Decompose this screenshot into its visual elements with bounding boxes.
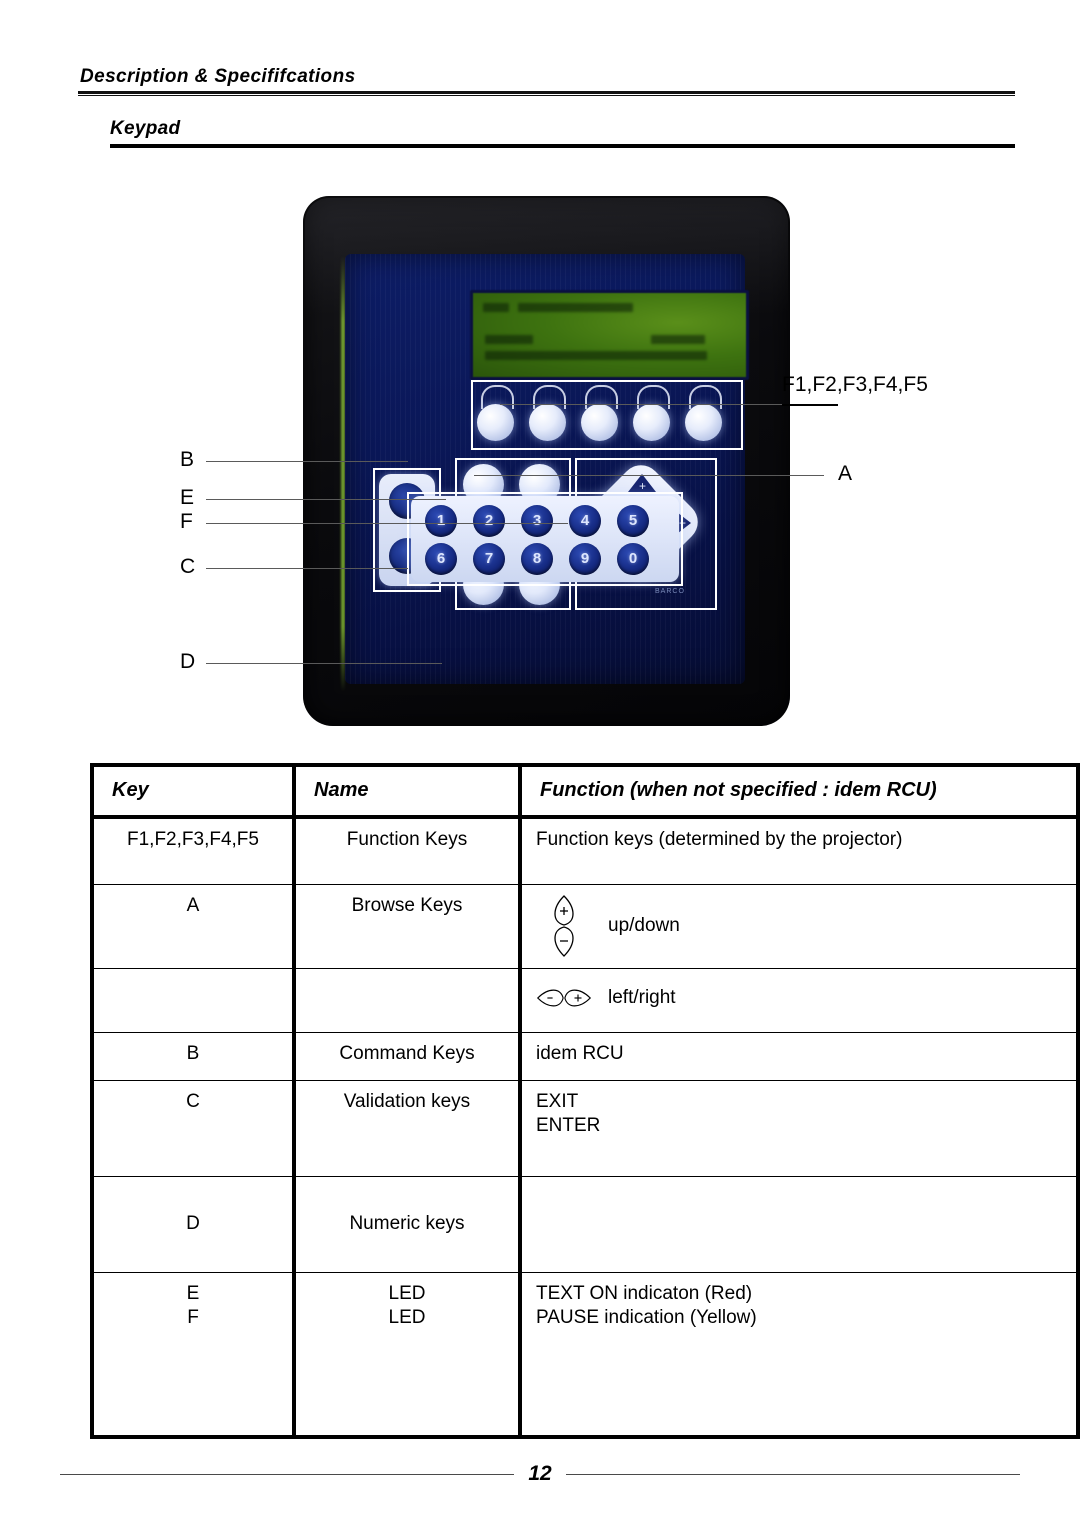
function-key-f1[interactable]: [477, 404, 514, 441]
table-row: F1,F2,F3,F4,F5 Function Keys Function ke…: [90, 816, 1080, 886]
cell-name: [292, 968, 521, 1034]
cell-key: E F: [90, 1272, 295, 1439]
section-title: Keypad: [110, 118, 181, 139]
cell-name: Numeric keys: [292, 1176, 521, 1274]
table-header-row: Key Name Function (when not specified : …: [90, 763, 1080, 819]
cell-key: B: [90, 1032, 295, 1082]
function-key-f3[interactable]: [581, 404, 618, 441]
running-header: Description & Specififcations: [78, 66, 1015, 96]
numeric-key-7[interactable]: 7: [473, 543, 505, 575]
cell-key: D: [90, 1176, 295, 1274]
cell-name: Browse Keys: [292, 884, 521, 970]
cell-function: [518, 1176, 1080, 1274]
browse-up-sign: +: [639, 479, 647, 493]
function-label: left/right: [608, 986, 676, 1008]
cell-function: Function keys (determined by the project…: [518, 816, 1080, 886]
numeric-key-0[interactable]: 0: [617, 543, 649, 575]
key-label-f: F: [187, 1307, 199, 1329]
table-row: A Browse Keys up/down: [90, 884, 1080, 970]
numeric-key-3[interactable]: 3: [521, 505, 553, 537]
browse-right-sign: +: [679, 516, 687, 530]
leader-line-a: [474, 475, 824, 476]
cell-key: F1,F2,F3,F4,F5: [90, 816, 295, 886]
numeric-key-1[interactable]: 1: [425, 505, 457, 537]
numeric-keypad[interactable]: 1 2 3 4 5 6 7 8 9 0: [411, 496, 679, 582]
function-label-pause: PAUSE indication (Yellow): [536, 1307, 757, 1329]
leader-line-e: [206, 499, 446, 500]
function-key-f4[interactable]: [633, 404, 670, 441]
cell-name: Command Keys: [292, 1032, 521, 1082]
leader-line-c: [206, 568, 408, 569]
name-label-led-f: LED: [388, 1307, 426, 1329]
callout-label-d: D: [180, 650, 196, 673]
leader-line-d: [206, 663, 442, 664]
cell-name: LED LED: [292, 1272, 521, 1439]
numeric-key-8[interactable]: 8: [521, 543, 553, 575]
function-label-enter: ENTER: [536, 1115, 601, 1137]
name-label-led-e: LED: [388, 1283, 426, 1305]
function-label: up/down: [608, 914, 680, 936]
function-key-f2[interactable]: [529, 404, 566, 441]
column-header-key: Key: [90, 763, 295, 819]
left-right-arrow-icon: [536, 978, 592, 1018]
numeric-key-6[interactable]: 6: [425, 543, 457, 575]
section-rule: [110, 144, 1015, 148]
callout-label-a: A: [838, 462, 853, 485]
up-down-arrow-icon: [536, 894, 592, 958]
numeric-key-5[interactable]: 5: [617, 505, 649, 537]
header-rule: [78, 91, 1015, 96]
function-label-text-on: TEXT ON indicaton (Red): [536, 1283, 753, 1305]
callout-label-c: C: [180, 555, 196, 578]
callout-label-function-keys: F1,F2,F3,F4,F5: [782, 373, 928, 396]
numeric-key-9[interactable]: 9: [569, 543, 601, 575]
cell-function: up/down: [518, 884, 1080, 970]
key-label-e: E: [186, 1283, 200, 1305]
column-header-name: Name: [292, 763, 521, 819]
cell-function: TEXT ON indicaton (Red) PAUSE indication…: [518, 1272, 1080, 1439]
cell-key: A: [90, 884, 295, 970]
keypad-key-table: Key Name Function (when not specified : …: [90, 763, 1080, 1439]
keypad-figure: + - + - 1 2 3 4 5 6 7 8 9 0 BARCO B E F …: [60, 180, 1020, 740]
cell-key: C: [90, 1080, 295, 1178]
cell-name: Function Keys: [292, 816, 521, 886]
cell-function: left/right: [518, 968, 1080, 1034]
table-row: C Validation keys EXIT ENTER: [90, 1080, 1080, 1178]
leader-line-b: [206, 461, 408, 462]
callout-label-f: F: [180, 510, 193, 533]
footer-rule-right: [565, 1473, 1021, 1475]
footer-rule-left: [60, 1473, 515, 1475]
function-key-f5[interactable]: [685, 404, 722, 441]
numeric-key-2[interactable]: 2: [473, 505, 505, 537]
column-header-function: Function (when not specified : idem RCU): [518, 763, 1080, 819]
leader-underline-function-keys: [782, 404, 838, 406]
barco-logo: BARCO: [655, 588, 685, 595]
cell-name: Validation keys: [292, 1080, 521, 1178]
leader-line-function-keys: [500, 404, 782, 405]
function-keys-group[interactable]: [475, 384, 739, 446]
leader-line-f: [206, 523, 568, 524]
callout-label-b: B: [180, 448, 195, 471]
table-row: B Command Keys idem RCU: [90, 1032, 1080, 1082]
table-row: E F LED LED TEXT ON indicaton (Red) PAUS…: [90, 1272, 1080, 1439]
page-number: 12: [528, 1462, 552, 1485]
table-row: left/right: [90, 968, 1080, 1034]
running-header-title: Description & Specififcations: [80, 66, 356, 87]
callout-label-e: E: [180, 486, 195, 509]
page-footer: 12: [60, 1462, 1021, 1486]
cell-key: [90, 968, 295, 1034]
numeric-key-4[interactable]: 4: [569, 505, 601, 537]
section-heading: Keypad: [110, 118, 1015, 148]
cell-function: EXIT ENTER: [518, 1080, 1080, 1178]
table-row: D Numeric keys: [90, 1176, 1080, 1274]
lcd-display: [470, 290, 749, 380]
cell-function: idem RCU: [518, 1032, 1080, 1082]
function-label-exit: EXIT: [536, 1091, 579, 1113]
